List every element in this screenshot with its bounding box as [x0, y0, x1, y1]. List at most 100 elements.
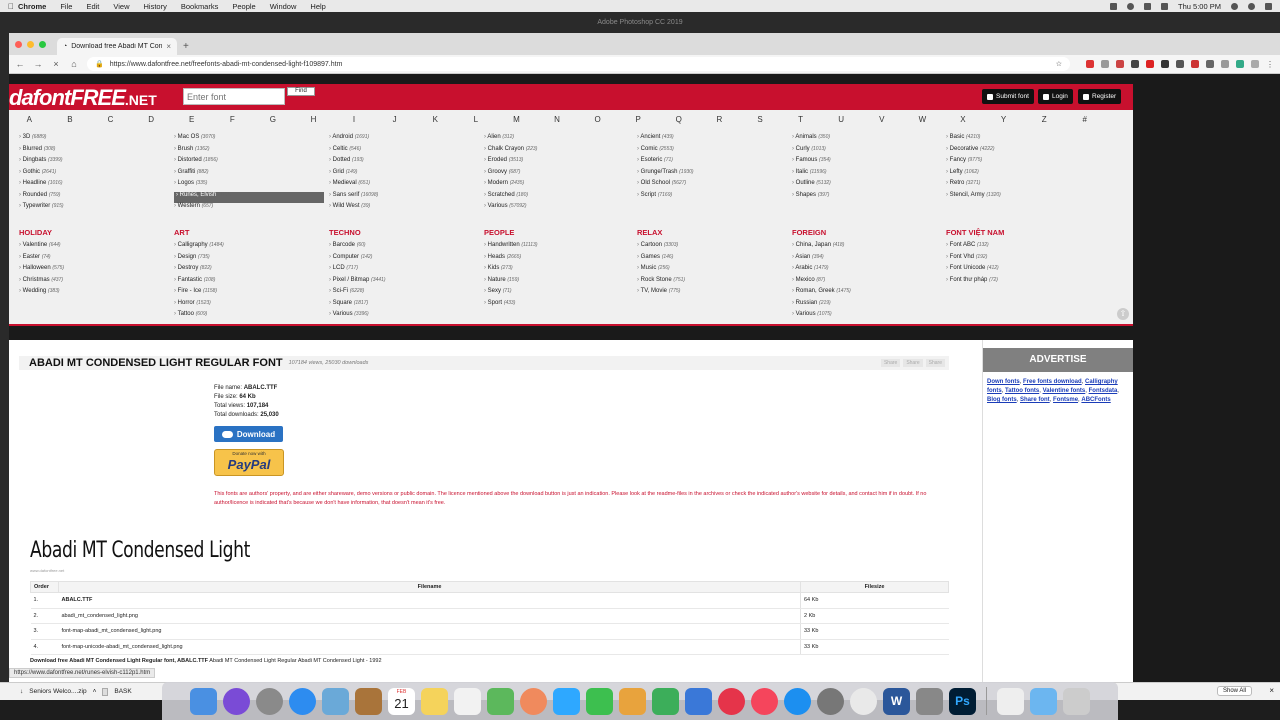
show-all-button[interactable]: Show All [1216, 686, 1252, 696]
calendar-icon[interactable]: FEB 21 [388, 687, 415, 715]
category-link[interactable]: Comic (2553) [637, 146, 694, 158]
category-link[interactable]: Stencil, Army (1320) [946, 192, 1001, 204]
youtube-extension-icon[interactable] [1086, 60, 1094, 68]
category-link[interactable]: Scratched (180) [484, 192, 537, 204]
new-tab-button[interactable]: + [183, 41, 189, 52]
category-link[interactable]: Alien (312) [484, 134, 537, 146]
keynote2-icon[interactable] [685, 687, 712, 715]
extension-icon[interactable] [1116, 60, 1124, 68]
lock-icon[interactable]: 🔒 [95, 60, 104, 68]
category-link[interactable]: Fantastic (108) [174, 277, 224, 289]
category-link[interactable]: Esoteric (71) [637, 157, 694, 169]
category-link[interactable]: Brush (1362) [174, 146, 324, 158]
facetime-icon[interactable] [586, 687, 613, 715]
category-link[interactable]: Russian (219) [792, 300, 851, 312]
messages-icon[interactable] [553, 687, 580, 715]
category-link[interactable]: Dotted (193) [329, 157, 378, 169]
alphabet-link[interactable]: G [253, 115, 294, 124]
share-facebook-button[interactable]: Share [880, 359, 901, 367]
category-link[interactable]: Modern (2435) [484, 180, 537, 192]
category-link[interactable]: Chalk Crayon (223) [484, 146, 538, 158]
category-link[interactable]: Runes, Elvish (1118) [174, 191, 324, 203]
category-link[interactable]: Android (1691) [329, 134, 378, 146]
category-link[interactable]: Outline (5132) [792, 180, 831, 192]
category-link[interactable]: Dingbats (3399) [19, 157, 64, 169]
home-icon[interactable]: ⌂ [69, 59, 79, 69]
notification-center-icon[interactable] [1265, 2, 1272, 10]
category-link[interactable]: China, Japan (418) [792, 242, 851, 254]
category-link[interactable]: Games (146) [637, 254, 685, 266]
menu-edit[interactable]: Edit [86, 2, 99, 11]
login-button[interactable]: Login [1038, 89, 1073, 104]
news-icon[interactable] [718, 687, 745, 715]
chevron-up-icon[interactable]: ˄ [93, 688, 97, 695]
alphabet-link[interactable]: # [1064, 115, 1105, 124]
extension-icon[interactable] [1131, 60, 1139, 68]
category-link[interactable]: Basic (4210) [946, 134, 1001, 146]
sidebar-link[interactable]: Free fonts download [1023, 379, 1082, 385]
volume-icon[interactable] [1144, 2, 1152, 10]
music-icon[interactable] [751, 687, 778, 715]
category-link[interactable]: Easter (74) [19, 254, 64, 266]
sidebar-link[interactable]: Fontsme [1053, 397, 1078, 403]
menu-app[interactable]: Chrome [18, 2, 46, 11]
download-button[interactable]: Download [214, 426, 283, 442]
category-link[interactable]: Eroded (3513) [484, 157, 537, 169]
alphabet-link[interactable]: I [334, 115, 375, 124]
sidebar-link[interactable]: Blog fonts [987, 397, 1017, 403]
photos-icon[interactable] [520, 687, 547, 715]
category-link[interactable]: Various (3396) [329, 311, 385, 323]
photoshop-icon[interactable]: Ps [949, 687, 976, 715]
alphabet-link[interactable]: K [415, 115, 456, 124]
category-link[interactable]: Font Vhd (192) [946, 254, 999, 266]
extension-icon[interactable] [1251, 60, 1259, 68]
alphabet-link[interactable]: O [577, 115, 618, 124]
alphabet-link[interactable]: X [943, 115, 984, 124]
minimize-window-button[interactable] [27, 41, 34, 48]
category-link[interactable]: Computer (142) [329, 254, 385, 266]
menu-file[interactable]: File [60, 2, 72, 11]
category-link[interactable]: Wild West (39) [329, 203, 378, 215]
reminders-icon[interactable] [454, 687, 481, 715]
category-link[interactable]: Old School (5627) [637, 180, 694, 192]
category-link[interactable]: Medieval (651) [329, 180, 378, 192]
category-link[interactable]: LCD (717) [329, 265, 385, 277]
sidebar-link[interactable]: Down fonts [987, 379, 1020, 385]
category-group-heading[interactable]: HOLIDAY [19, 228, 52, 237]
chrome-menu-icon[interactable]: ⋮ [1266, 60, 1274, 69]
close-window-button[interactable] [15, 41, 22, 48]
category-link[interactable]: Pixel / Bitmap (3441) [329, 277, 386, 289]
category-link[interactable]: Heads (2665) [484, 254, 537, 266]
extension-icon[interactable] [1101, 60, 1109, 68]
alphabet-link[interactable]: U [821, 115, 862, 124]
paypal-donate-button[interactable]: Donate now with PayPal [214, 449, 284, 476]
alphabet-link[interactable]: P [618, 115, 659, 124]
alphabet-link[interactable]: M [496, 115, 537, 124]
category-link[interactable]: Grunge/Trash (1930) [637, 169, 694, 181]
category-link[interactable]: Graffiti (882) [174, 169, 324, 181]
spotlight-icon[interactable] [1231, 2, 1238, 10]
app-store-icon[interactable] [784, 687, 811, 715]
menu-help[interactable]: Help [310, 2, 325, 11]
category-group-heading[interactable]: FONT VIỆT NAM [946, 228, 1004, 237]
category-link[interactable]: Various (57092) [484, 203, 537, 215]
menu-history[interactable]: History [144, 2, 167, 11]
category-link[interactable]: Gothic (2641) [19, 169, 64, 181]
alphabet-link[interactable]: S [740, 115, 781, 124]
font-search-input[interactable] [183, 88, 285, 105]
category-link[interactable]: Rock Stone (751) [637, 277, 685, 289]
keynote-icon[interactable] [619, 687, 646, 715]
contacts-icon[interactable] [355, 687, 382, 715]
extension-icon[interactable] [1176, 60, 1184, 68]
stop-icon[interactable]: × [51, 59, 61, 69]
category-link[interactable]: Calligraphy (1484) [174, 242, 224, 254]
alphabet-link[interactable]: W [902, 115, 943, 124]
extension-icon[interactable] [1191, 60, 1199, 68]
category-link[interactable]: Nature (159) [484, 277, 537, 289]
sidebar-link[interactable]: Share font [1020, 397, 1050, 403]
alphabet-link[interactable]: J [374, 115, 415, 124]
category-link[interactable]: Music (256) [637, 265, 685, 277]
alphabet-link[interactable]: D [131, 115, 172, 124]
alphabet-link[interactable]: A [9, 115, 50, 124]
share-other-button[interactable]: Share [925, 359, 945, 367]
